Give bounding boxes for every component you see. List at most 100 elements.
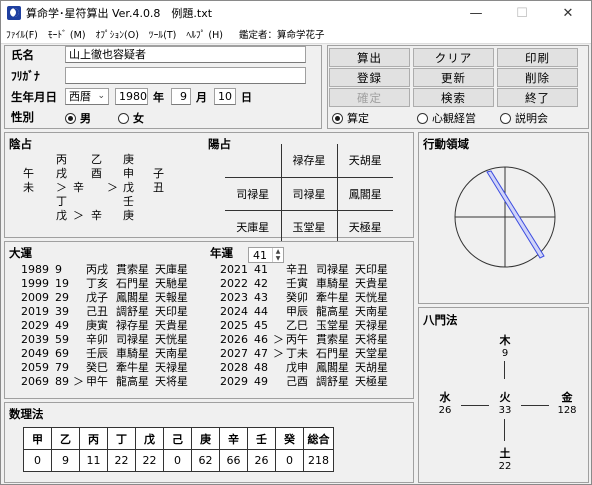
nenun-cell: 天禄星 (355, 319, 388, 332)
taiun-cell: ＞ (73, 375, 84, 388)
taiun-cell: 89 (55, 375, 69, 388)
menu-file[interactable]: ﾌｧｲﾙ(F) (1, 27, 43, 41)
suurihou-value-cell: 62 (191, 449, 220, 472)
nenun-cell: 45 (254, 319, 268, 332)
hachimon-center-name: 火 (499, 391, 511, 404)
menu-mode[interactable]: ﾓｰﾄﾞ (M) (43, 27, 91, 41)
yang-cell: 禄存星 (280, 144, 338, 178)
taiun-cell: 1989 (21, 263, 49, 276)
day-unit: 日 (241, 91, 252, 104)
taiun-cell: 貫索星 (116, 263, 149, 276)
confirm-button[interactable]: 確定 (329, 88, 410, 107)
year-input[interactable]: 1980 (115, 88, 148, 105)
hachimon-east: 金 128 (553, 389, 581, 416)
taiun-cell: 調舒星 (116, 305, 149, 318)
month-input[interactable]: 9 (171, 88, 191, 105)
name-input[interactable]: 山上徹也容疑者 (65, 46, 306, 63)
suurihou-value-cell: 0 (23, 449, 52, 472)
taiun-cell: 2009 (21, 291, 49, 304)
nenun-cell: 玉堂星 (316, 319, 349, 332)
suurihou-value-cell: 9 (51, 449, 80, 472)
menu-option[interactable]: ｵﾌﾟｼｮﾝ(O) (91, 27, 144, 41)
mode-shinkan-radio[interactable]: 心観経営 (417, 110, 476, 126)
taiun-cell: 戊子 (86, 291, 108, 304)
hachimon-north: 木 9 (495, 332, 515, 359)
mode-setsumei-label: 説明会 (515, 112, 548, 125)
nenun-cell: 47 (254, 347, 268, 360)
hachimon-line-south (504, 419, 505, 441)
taiun-cell: 天恍星 (155, 333, 188, 346)
action-area-polygon (486, 170, 545, 259)
menu-help[interactable]: ﾍﾙﾌﾟ (H) (181, 27, 228, 41)
suurihou-header-cell: 甲 (23, 427, 52, 450)
nenun-cell: 2029 (220, 375, 248, 388)
nenun-cell: 2022 (220, 277, 248, 290)
taiun-cell: 2059 (21, 361, 49, 374)
update-button[interactable]: 更新 (413, 68, 494, 87)
register-button[interactable]: 登録 (329, 68, 410, 87)
nenun-cell: 乙巳 (286, 319, 308, 332)
furigana-input[interactable] (65, 67, 306, 84)
taiun-cell: 丁亥 (86, 277, 108, 290)
hachimon-line-north (504, 361, 505, 379)
nenun-cell: 天堂星 (355, 347, 388, 360)
hachimon-north-name: 木 (499, 334, 511, 347)
taiun-cell: 2049 (21, 347, 49, 360)
taiun-cell: 壬辰 (86, 347, 108, 360)
taiun-cell: 39 (55, 305, 69, 318)
nenun-cell: 48 (254, 361, 268, 374)
suurihou-value-cell: 26 (247, 449, 276, 472)
nenun-cell: 2028 (220, 361, 248, 374)
suurihou-header-cell: 総合 (303, 427, 334, 450)
delete-button[interactable]: 削除 (497, 68, 578, 87)
gender-male-radio[interactable]: 男 (65, 110, 91, 126)
taiun-cell: 龍高星 (116, 375, 149, 388)
day-input[interactable]: 10 (214, 88, 236, 105)
nenun-cell: 貫索星 (316, 333, 349, 346)
app-window: 算命学･星符算出 Ver.4.0.8 例題.txt — ☐ ✕ ﾌｧｲﾙ(F) … (0, 0, 592, 485)
suurihou-title: 数理法 (9, 407, 44, 421)
clear-button[interactable]: クリア (413, 48, 494, 67)
appraiser-label: 鑑定者：算命学花子 (238, 30, 325, 41)
close-button[interactable]: ✕ (545, 1, 591, 25)
era-select[interactable]: 西暦 ⌄ (65, 88, 109, 105)
search-button[interactable]: 検索 (413, 88, 494, 107)
taiun-cell: 丙戌 (86, 263, 108, 276)
nenun-cell: 龍高星 (316, 305, 349, 318)
nenun-age-value: 41 (253, 249, 267, 262)
nenun-cell: 鳳閣星 (316, 361, 349, 374)
taiun-cell: 天庫星 (155, 263, 188, 276)
yang-cell: 天胡星 (336, 144, 393, 178)
yin-cell: 辛 (91, 209, 102, 222)
yin-cell: 午 (23, 167, 34, 180)
taiun-cell: 司禄星 (116, 333, 149, 346)
print-button[interactable]: 印刷 (497, 48, 578, 67)
taiun-cell: 甲午 (86, 375, 108, 388)
taiun-cell: 2029 (21, 319, 49, 332)
nenun-cell: 2025 (220, 319, 248, 332)
nenun-title: 年運 (210, 246, 233, 260)
taiun-cell: 車騎星 (116, 347, 149, 360)
suurihou-value-cell: 0 (275, 449, 304, 472)
taiun-cell: 天禄星 (155, 361, 188, 374)
yang-cell: 司禄星 (280, 176, 338, 211)
yang-cell: 天庫星 (225, 209, 282, 243)
mode-setsumei-radio[interactable]: 説明会 (500, 110, 548, 126)
yang-cell: 司禄星 (225, 176, 282, 211)
exit-button[interactable]: 終了 (497, 88, 578, 107)
yin-cell: 庚 (123, 153, 134, 166)
spinner-arrows-icon[interactable]: ▲ ▼ (272, 248, 283, 262)
yang-cell (225, 144, 282, 178)
gender-female-radio[interactable]: 女 (118, 110, 144, 126)
yin-cell: 壬 (123, 195, 134, 208)
calc-button[interactable]: 算出 (329, 48, 410, 67)
minimize-button[interactable]: — (453, 1, 499, 25)
nenun-cell: 丙午 (286, 333, 308, 346)
taiun-cell: 癸巳 (86, 361, 108, 374)
minimize-icon: — (469, 5, 483, 21)
maximize-button[interactable]: ☐ (499, 1, 545, 25)
mode-santei-radio[interactable]: 算定 (332, 110, 369, 126)
nenun-age-spinner[interactable]: 41 ▲ ▼ (248, 247, 284, 263)
radio-checked-icon (65, 112, 76, 124)
menu-tool[interactable]: ﾂｰﾙ(T) (144, 27, 181, 41)
